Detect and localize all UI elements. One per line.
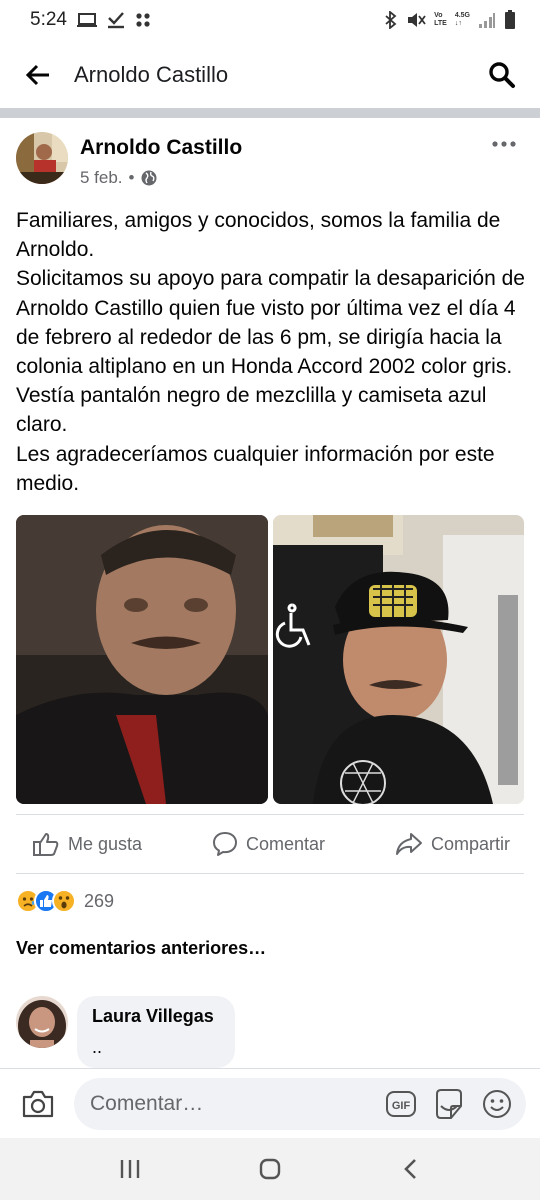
back-arrow-icon <box>25 64 49 86</box>
post-author[interactable]: Arnoldo Castillo <box>80 136 484 160</box>
emoji-icon <box>483 1089 511 1118</box>
home-button[interactable] <box>240 1144 300 1194</box>
system-nav-bar <box>0 1138 540 1200</box>
home-icon <box>259 1158 281 1180</box>
chevron-left-icon <box>404 1159 416 1179</box>
comment-input[interactable] <box>90 1091 384 1116</box>
back-button[interactable] <box>18 55 58 95</box>
gif-button[interactable]: GIF <box>384 1087 418 1121</box>
header-divider <box>0 108 540 118</box>
recent-apps-icon <box>120 1160 140 1178</box>
screen-icon <box>76 12 97 28</box>
more-dots-icon <box>492 141 516 147</box>
post-photo-2[interactable] <box>273 515 524 804</box>
4g-icon: 4.5G ↓↑ <box>454 12 470 27</box>
reaction-count: 269 <box>84 890 115 911</box>
wow-icon <box>52 889 76 913</box>
reactions-summary[interactable]: 269 <box>16 886 114 916</box>
dots-grid-icon <box>135 12 151 28</box>
status-left: 5:24 <box>30 9 151 31</box>
comment-label: Comentar <box>246 833 326 854</box>
share-button[interactable]: Compartir <box>395 832 510 856</box>
sticker-button[interactable] <box>432 1087 466 1121</box>
search-button[interactable] <box>482 55 522 95</box>
share-arrow-icon <box>395 833 422 855</box>
view-previous-comments-link[interactable]: Ver comentarios anteriores… <box>16 938 266 959</box>
camera-icon <box>22 1090 54 1117</box>
bluetooth-icon <box>384 11 398 29</box>
author-avatar[interactable] <box>16 132 68 184</box>
comment-author[interactable]: Laura Villegas <box>92 1006 219 1027</box>
status-bar: 5:24 Vo LTE 4.5G ↓↑ <box>0 0 540 40</box>
network-text: 4.5G <box>454 12 470 19</box>
camera-button[interactable] <box>18 1084 58 1124</box>
search-icon <box>489 62 515 88</box>
comment-text: .. <box>92 1037 103 1057</box>
reaction-icons <box>16 889 76 913</box>
post-text-line-3: Les agradeceríamos cualquier información… <box>16 442 495 495</box>
signal-icon <box>478 11 496 29</box>
volte-lte-icon: Vo LTE <box>434 12 447 28</box>
like-label: Me gusta <box>68 833 143 854</box>
commenter-avatar[interactable] <box>16 996 68 1048</box>
share-label: Compartir <box>430 833 510 854</box>
download-check-icon <box>107 11 125 29</box>
post-action-bar: Me gusta Comentar Compartir <box>16 814 524 874</box>
comment-input-wrapper: GIF <box>74 1077 526 1130</box>
like-button[interactable]: Me gusta <box>32 831 142 857</box>
status-time: 5:24 <box>30 9 67 30</box>
gif-label: GIF <box>392 1100 411 1112</box>
post-options-button[interactable] <box>484 132 524 156</box>
volte-bottom-text: LTE <box>434 20 447 27</box>
gif-icon: GIF <box>386 1090 416 1117</box>
battery-icon <box>504 10 516 30</box>
recent-apps-button[interactable] <box>100 1144 160 1194</box>
post-photo-1[interactable] <box>16 515 268 804</box>
comment-bubble-icon <box>213 832 237 856</box>
comment-item: Laura Villegas .. <box>16 996 524 1068</box>
post-meta: Arnoldo Castillo 5 feb. • <box>80 132 484 192</box>
page-title: Arnoldo Castillo <box>74 62 229 87</box>
sticker-icon <box>436 1088 462 1119</box>
comment-button[interactable]: Comentar <box>212 831 325 857</box>
mute-icon <box>406 11 426 29</box>
back-nav-button[interactable] <box>380 1144 440 1194</box>
post-header: Arnoldo Castillo 5 feb. • <box>16 132 524 192</box>
separator-dot: • <box>128 168 135 187</box>
post-date[interactable]: 5 feb. <box>80 168 123 188</box>
status-right: Vo LTE 4.5G ↓↑ <box>384 10 516 30</box>
post-text-line-2: Solicitamos su apoyo para compatir la de… <box>16 267 525 437</box>
emoji-button[interactable] <box>480 1087 514 1121</box>
thumbs-up-icon <box>33 833 59 856</box>
post-text: Familiares, amigos y conocidos, somos la… <box>16 206 528 498</box>
globe-icon <box>141 170 156 186</box>
app-header: Arnoldo Castillo <box>0 42 540 108</box>
comment-composer: GIF <box>0 1068 540 1138</box>
volte-top-text: Vo <box>434 12 443 19</box>
composer-icons: GIF <box>384 1087 514 1121</box>
comment-bubble[interactable]: Laura Villegas .. <box>77 996 235 1068</box>
post-date-line: 5 feb. • <box>80 168 484 188</box>
post-text-line-1: Familiares, amigos y conocidos, somos la… <box>16 209 501 262</box>
